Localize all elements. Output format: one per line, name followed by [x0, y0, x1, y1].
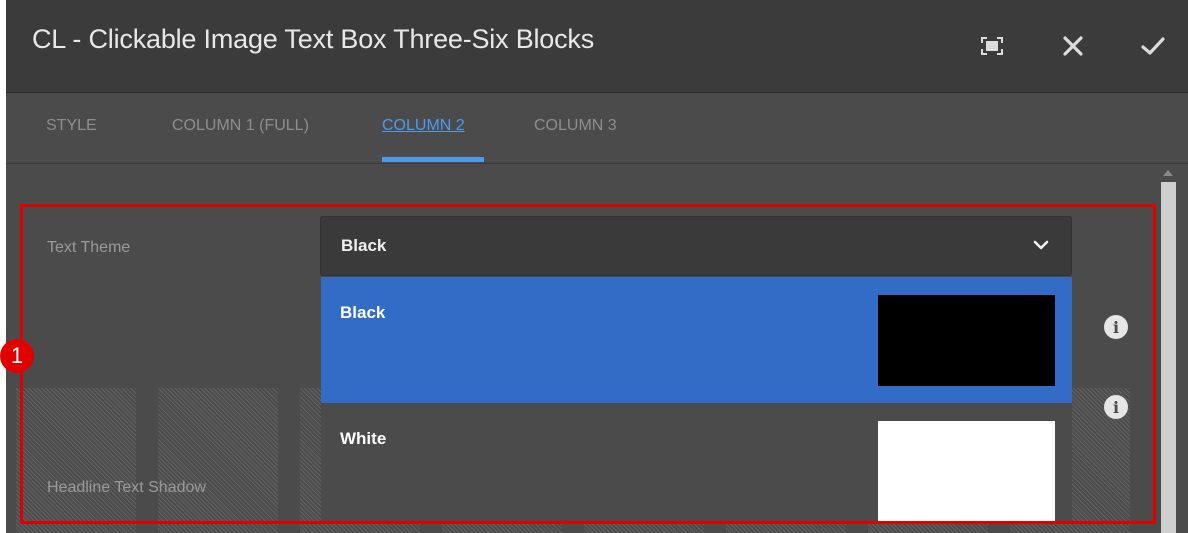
tab-style[interactable]: STYLE	[46, 117, 97, 135]
headline-text-shadow-label: Headline Text Shadow	[47, 479, 206, 496]
fullscreen-button[interactable]	[970, 24, 1014, 68]
scrollbar[interactable]	[1154, 166, 1176, 533]
tab-column-1[interactable]: COLUMN 1 (FULL)	[172, 117, 309, 135]
color-swatch-white	[878, 421, 1055, 524]
checkmark-icon	[1141, 37, 1165, 55]
info-icon[interactable]: i	[1104, 395, 1128, 419]
scroll-track[interactable]	[1161, 182, 1176, 533]
text-theme-option-white[interactable]: White	[321, 403, 1072, 524]
tab-column-2[interactable]: COLUMN 2	[382, 117, 465, 135]
close-button[interactable]	[1051, 24, 1095, 68]
text-theme-selected-value: Black	[341, 236, 387, 255]
info-icon[interactable]: i	[1104, 315, 1128, 339]
dialog-title: CL - Clickable Image Text Box Three-Six …	[32, 24, 595, 54]
text-theme-select[interactable]: Black	[320, 216, 1072, 276]
confirm-button[interactable]	[1131, 24, 1175, 68]
close-icon	[1063, 36, 1083, 56]
active-tab-indicator	[382, 157, 484, 162]
dialog-header: CL - Clickable Image Text Box Three-Six …	[6, 0, 1188, 93]
tab-column-3[interactable]: COLUMN 3	[534, 117, 617, 135]
option-label: White	[340, 429, 387, 448]
color-swatch-black	[878, 295, 1055, 386]
text-theme-option-black[interactable]: Black	[321, 277, 1072, 403]
scroll-up-arrow-icon[interactable]	[1163, 170, 1173, 176]
chevron-down-icon	[1033, 240, 1049, 250]
option-label: Black	[340, 303, 386, 322]
tab-bar: STYLE COLUMN 1 (FULL) COLUMN 2 COLUMN 3	[6, 93, 1188, 164]
fullscreen-icon	[981, 37, 1003, 55]
annotation-callout-badge: 1	[0, 339, 34, 373]
text-theme-label: Text Theme	[47, 239, 131, 256]
